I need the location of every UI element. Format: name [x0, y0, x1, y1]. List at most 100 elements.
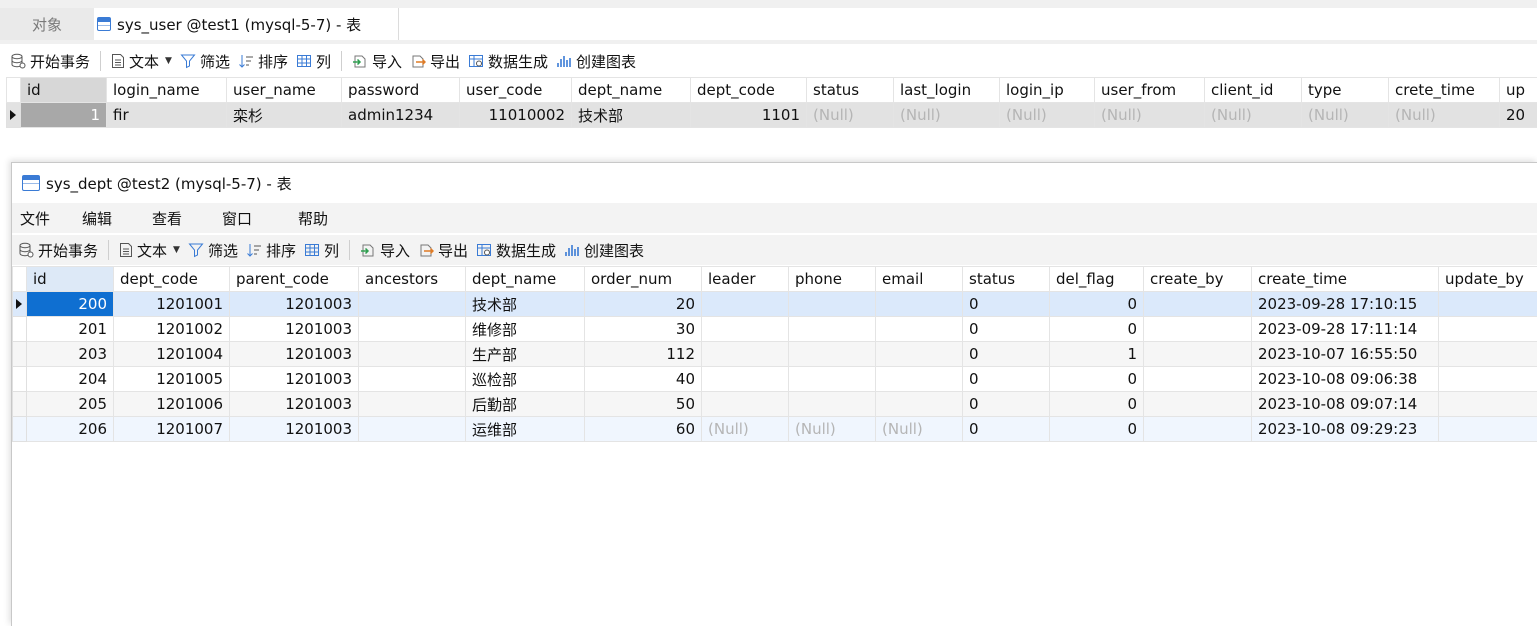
table-cell[interactable]: 30	[585, 317, 702, 342]
table-cell[interactable]	[876, 367, 963, 392]
table-cell[interactable]: 200	[27, 292, 114, 317]
table-cell[interactable]	[702, 317, 789, 342]
column-header[interactable]: password	[342, 78, 460, 103]
column-header[interactable]: phone	[789, 267, 876, 292]
table-cell[interactable]	[1144, 417, 1252, 442]
menu-window[interactable]: 窗口	[214, 208, 290, 229]
table-row[interactable]: 20512010061201003后勤部50002023-10-08 09:07…	[13, 392, 1537, 417]
table-cell[interactable]: 1201004	[114, 342, 230, 367]
menu-help[interactable]: 帮助	[290, 208, 352, 229]
data-generation-button[interactable]: 数据生成	[472, 238, 560, 262]
column-header[interactable]: user_name	[227, 78, 342, 103]
table-cell[interactable]: 栾杉	[227, 103, 342, 128]
table-cell[interactable]: 20	[1500, 103, 1537, 128]
table-cell[interactable]: 运维部	[466, 417, 585, 442]
table-cell[interactable]	[1439, 417, 1537, 442]
table-cell[interactable]: 0	[1050, 392, 1144, 417]
table-cell[interactable]: (Null)	[1000, 103, 1095, 128]
table-cell[interactable]: 60	[585, 417, 702, 442]
table-cell[interactable]: 2023-09-28 17:11:14	[1252, 317, 1439, 342]
table-cell[interactable]	[1439, 367, 1537, 392]
table-cell[interactable]	[1439, 342, 1537, 367]
table-cell[interactable]: 0	[1050, 367, 1144, 392]
table-cell[interactable]: 0	[1050, 417, 1144, 442]
table-cell[interactable]: 0	[963, 367, 1050, 392]
table-cell[interactable]: 0	[963, 417, 1050, 442]
table-cell[interactable]: 40	[585, 367, 702, 392]
table-cell[interactable]: 维修部	[466, 317, 585, 342]
table-cell[interactable]	[359, 342, 466, 367]
column-header[interactable]: status	[963, 267, 1050, 292]
table-cell[interactable]: 1201005	[114, 367, 230, 392]
sort-button[interactable]: 排序	[234, 49, 292, 73]
table-cell[interactable]	[789, 367, 876, 392]
table-cell[interactable]: 1201002	[114, 317, 230, 342]
sort-button[interactable]: 排序	[242, 238, 300, 262]
table-cell[interactable]: 11010002	[460, 103, 572, 128]
begin-transaction-button[interactable]: 开始事务	[6, 49, 94, 73]
table-cell[interactable]: 0	[1050, 317, 1144, 342]
table-cell[interactable]: 50	[585, 392, 702, 417]
create-chart-button[interactable]: 创建图表	[560, 238, 648, 262]
table-cell[interactable]	[1144, 342, 1252, 367]
column-header[interactable]: login_ip	[1000, 78, 1095, 103]
column-header[interactable]: login_name	[107, 78, 227, 103]
table-cell[interactable]: 2023-10-08 09:07:14	[1252, 392, 1439, 417]
table-row[interactable]: 20412010051201003巡检部40002023-10-08 09:06…	[13, 367, 1537, 392]
table-cell[interactable]	[876, 292, 963, 317]
table-cell[interactable]: 1201003	[230, 417, 359, 442]
table-row[interactable]: 20112010021201003维修部30002023-09-28 17:11…	[13, 317, 1537, 342]
column-header[interactable]: type	[1302, 78, 1389, 103]
column-header[interactable]: status	[807, 78, 894, 103]
column-header[interactable]: update_by	[1439, 267, 1537, 292]
table-cell[interactable]: (Null)	[876, 417, 963, 442]
table-cell[interactable]: (Null)	[789, 417, 876, 442]
column-header[interactable]: user_code	[460, 78, 572, 103]
table-cell[interactable]: 203	[27, 342, 114, 367]
table-cell[interactable]	[359, 292, 466, 317]
table-cell[interactable]	[359, 417, 466, 442]
table-cell[interactable]	[359, 367, 466, 392]
table-cell[interactable]	[1144, 317, 1252, 342]
table-cell[interactable]: admin1234	[342, 103, 460, 128]
column-header[interactable]: email	[876, 267, 963, 292]
table-cell[interactable]: 巡检部	[466, 367, 585, 392]
table-row[interactable]: 20012010011201003技术部20002023-09-28 17:10…	[13, 292, 1537, 317]
tab-objects[interactable]: 对象	[0, 8, 94, 40]
table-cell[interactable]: 0	[1050, 292, 1144, 317]
table-cell[interactable]	[876, 392, 963, 417]
table-cell[interactable]: 201	[27, 317, 114, 342]
table-row[interactable]: 20612010071201003运维部60(Null)(Null)(Null)…	[13, 417, 1537, 442]
menu-edit[interactable]: 编辑	[74, 208, 144, 229]
table-cell[interactable]: 20	[585, 292, 702, 317]
table-cell[interactable]	[876, 317, 963, 342]
table-cell[interactable]: 2023-10-08 09:29:23	[1252, 417, 1439, 442]
table-cell[interactable]: 1101	[691, 103, 807, 128]
table-cell[interactable]: 1201001	[114, 292, 230, 317]
table-cell[interactable]	[1439, 292, 1537, 317]
table-cell[interactable]: 技术部	[466, 292, 585, 317]
column-header[interactable]: id	[21, 78, 107, 103]
dept-window-titlebar[interactable]: sys_dept @test2 (mysql-5-7) - 表	[12, 163, 1537, 203]
table-cell[interactable]: (Null)	[894, 103, 1000, 128]
table-row[interactable]: 20312010041201003生产部112012023-10-07 16:5…	[13, 342, 1537, 367]
table-cell[interactable]: 0	[963, 292, 1050, 317]
begin-transaction-button[interactable]: 开始事务	[14, 238, 102, 262]
table-cell[interactable]: 0	[963, 342, 1050, 367]
column-header[interactable]: dept_code	[114, 267, 230, 292]
column-header[interactable]: order_num	[585, 267, 702, 292]
column-header[interactable]: parent_code	[230, 267, 359, 292]
columns-button[interactable]: 列	[292, 49, 335, 73]
export-button[interactable]: 导出	[406, 49, 464, 73]
table-cell[interactable]: 2023-10-08 09:06:38	[1252, 367, 1439, 392]
column-header[interactable]: del_flag	[1050, 267, 1144, 292]
import-button[interactable]: 导入	[348, 49, 406, 73]
text-button[interactable]: 文本▼	[115, 238, 184, 262]
menu-view[interactable]: 查看	[144, 208, 214, 229]
table-cell[interactable]: (Null)	[1205, 103, 1302, 128]
filter-button[interactable]: 筛选	[176, 49, 234, 73]
column-header[interactable]: crete_time	[1389, 78, 1500, 103]
column-header[interactable]: up	[1500, 78, 1537, 103]
table-cell[interactable]: 1201003	[230, 292, 359, 317]
columns-button[interactable]: 列	[300, 238, 343, 262]
